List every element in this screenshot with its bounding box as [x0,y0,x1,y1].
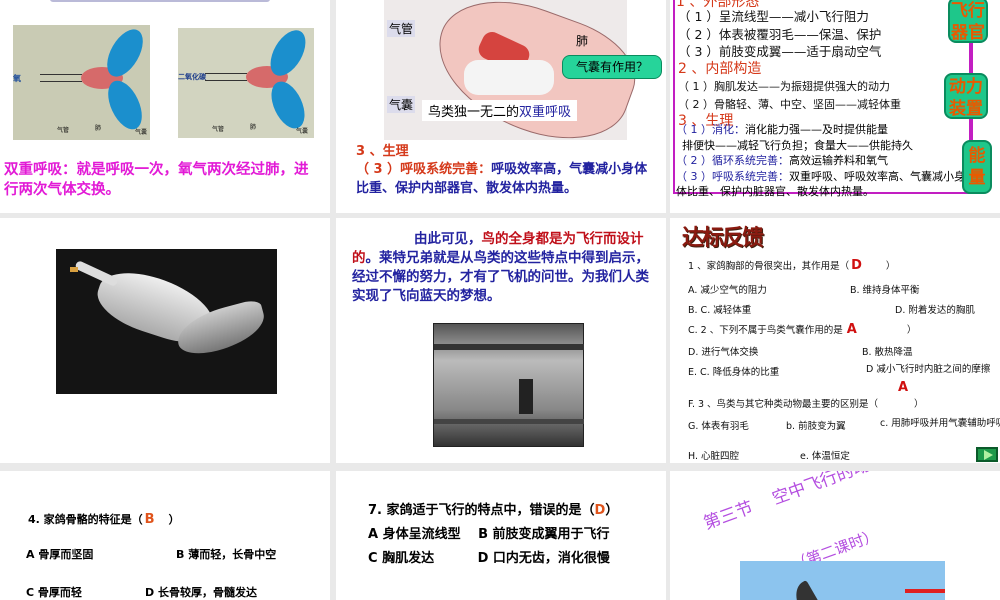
answer-7: D [594,503,606,518]
q3-d: H. 心脏四腔 [688,451,740,462]
caption-blue: 双重呼吸 [519,105,572,120]
slide-3[interactable]: 1 、外部形态 （ 1 ）呈流线型——减小飞行阻力 （ 2 ）体表被覆羽毛——保… [670,0,1000,213]
option-c: C 骨厚而轻 [26,586,82,599]
line-2: （ 2 ）体表被覆羽毛——保温、保护 [678,26,882,42]
wright-airplane-photo [433,323,584,447]
slide-6[interactable]: 达标反馈 1 、家鸽胸部的骨很突出，其作用是（ D） A. 减少空气的阻力 B. … [670,218,1000,463]
answer-4: B [144,512,155,527]
q1-d: D. 附着发达的胸肌 [895,305,975,316]
bird-wing [788,580,822,600]
pilot [519,379,533,414]
slide-1[interactable]: 氧 气管 肺 气囊 二氧化碳 气管 肺 气囊 双重呼吸：就是呼吸一次，氧气两次经… [0,0,330,213]
callout-energy: 能量 [962,140,992,194]
swan-image [56,249,277,394]
q3: F. 3 、鸟类与其它种类动物最主要的区别是（） [688,399,924,410]
point-label: （ 3 ）呼吸系统完善： [356,162,492,177]
q2-d: D 减小飞行时内脏之间的摩擦 [866,364,991,375]
q2: C. 2 、下列不属于鸟类气囊作用的是 A） [688,322,917,337]
phys-3: （ 2 ）循环系统完善：高效运输养料和氧气 [676,154,888,167]
q2-c: E. C. 降低身体的比重 [688,367,780,378]
slide-title-clipped [50,0,270,2]
question-bubble: 气囊有作用？ [562,55,662,79]
swan-neck [74,259,119,288]
heading-physiology: 3 、生理 [356,144,409,159]
label-oxygen: 氧 [13,74,21,83]
air-sacs-shape [464,60,554,95]
q1: 1 、家鸽胸部的骨很突出，其作用是（ D） [688,258,896,273]
callout-power: 动力装置 [944,73,988,119]
double-respiration-text: 双重呼吸：就是呼吸一次，氧气两次经过肺，进行两次气体交换。 [4,162,309,198]
answer-3: A [898,380,909,395]
label-lung: 肺 [95,125,102,132]
line-6: （ 2 ）骨骼轻、薄、中空、坚固——减轻体重 [678,97,901,111]
trachea-shape [40,74,82,82]
conclusion-text: 由此可见，鸟的全身都是为飞行而设计的。莱特兄弟就是从鸟类的这些特点中得到启示，经… [352,231,649,304]
q1-a: A. 减少空气的阻力 [688,285,767,296]
question-7-options: A 身体呈流线型 B 前肢变成翼用于飞行 C 胸肌发达 D 口内无齿，消化很慢 [368,527,628,566]
line-5: （ 1 ）胸肌发达——为振翅提供强大的动力 [678,80,890,93]
q2-a: D. 进行气体交换 [688,347,759,358]
play-icon [984,450,993,460]
line-1: （ 1 ）呈流线型——减小飞行阻力 [678,9,869,24]
q3-b: b. 前肢变为翼 [786,421,846,432]
slide-7[interactable]: 4. 家鸽骨骼的特征是（ B） A 骨厚而坚固 B 薄而轻，长骨中空 C 骨厚而轻… [0,471,330,600]
question-4: 4. 家鸽骨骼的特征是（ B） [28,512,180,527]
red-title-clipped [905,589,945,600]
slide-8[interactable]: 7. 家鸽适于飞行的特点中，错误的是（D） A 身体呈流线型 B 前肢变成翼用于… [336,471,666,600]
label-trachea: 气管 [212,126,225,133]
q1-c: B. C. 减轻体重 [688,305,752,316]
trachea-shape [205,73,247,81]
option-b: B 薄而轻，长骨中空 [176,548,277,561]
line-3: （ 3 ）前肢变成翼——适于扇动空气 [678,44,882,59]
slide-4[interactable] [0,218,330,463]
slide-2[interactable]: 气管 肺 气囊 鸟类独一无二的双重呼吸 气囊有作用？ 3 、生理 （ 3 ）呼吸… [336,0,666,213]
wing-strut [434,344,584,350]
phys-1: （ 1 ）消化：消化能力强——及时提供能量 [676,123,888,136]
caption-black: 鸟类独一无二的 [428,105,520,120]
q2-b: B. 散热降温 [862,347,913,358]
option-a: A 骨厚而坚固 [26,548,94,561]
diagram-co2: 二氧化碳 气管 肺 气囊 [178,24,314,138]
answer-2: A [846,322,857,337]
label-air-sac: 气囊 [135,129,148,136]
physiology-lines: （ 1 ）消化：消化能力强——及时提供能量 排便快——减轻飞行负担；食量大——供… [676,122,966,200]
diagram-oxygen: 氧 气管 肺 气囊 [13,23,151,140]
caption-box: 鸟类独一无二的双重呼吸 [422,100,578,121]
q3-e: e. 体温恒定 [800,451,850,462]
q1-b: B. 维持身体平衡 [850,285,920,296]
feedback-title-logo: 达标反馈 [682,226,764,251]
respiratory-point: （ 3 ）呼吸系统完善：呼吸效率高，气囊减小身体比重、保护内部器官、散发体内热量… [356,160,656,198]
label-lung: 肺 [250,124,257,131]
next-slide-button[interactable] [976,447,998,462]
answer-1: D [851,258,862,273]
bird-sky-image [740,561,945,600]
wing-strut [434,419,584,424]
question-7: 7. 家鸽适于飞行的特点中，错误的是（D） A 身体呈流线型 B 前肢变成翼用于… [368,503,628,566]
q3-a: G. 体表有羽毛 [688,421,749,432]
label-lung: 肺 [576,34,589,48]
slide-5[interactable]: 由此可见，鸟的全身都是为飞行而设计的。莱特兄弟就是从鸟类的这些特点中得到启示，经… [336,218,666,463]
label-trachea: 气管 [57,127,70,134]
label-trachea: 气管 [387,20,416,37]
option-d: D 长骨较厚，骨髓发达 [145,586,257,599]
section-title: 第三节空中飞行的动物 [701,471,889,534]
slide-9[interactable]: 第三节空中飞行的动物 （第二课时） [670,471,1000,600]
label-air-sac: 气囊 [296,128,309,135]
phys-4: （ 3 ）呼吸系统完善：双重呼吸、呼吸效率高、气囊减小身体比重、保护内脏器官、散… [676,169,965,199]
callout-flight-organ: 飞行器官 [948,0,988,43]
q3-c: c. 用肺呼吸并用气囊辅助呼吸 [880,418,1000,429]
label-co2: 二氧化碳 [178,73,206,81]
label-air-sac: 气囊 [387,96,416,113]
swan-beak [70,267,78,272]
heading-internal: 2 、内部构造 [678,60,762,77]
summary-lines: （ 1 ）呈流线型——减小飞行阻力 （ 2 ）体表被覆羽毛——保温、保护 （ 3… [678,8,901,129]
phys-2: 排便快——减轻飞行负担；食量大——供能持久 [682,138,913,152]
